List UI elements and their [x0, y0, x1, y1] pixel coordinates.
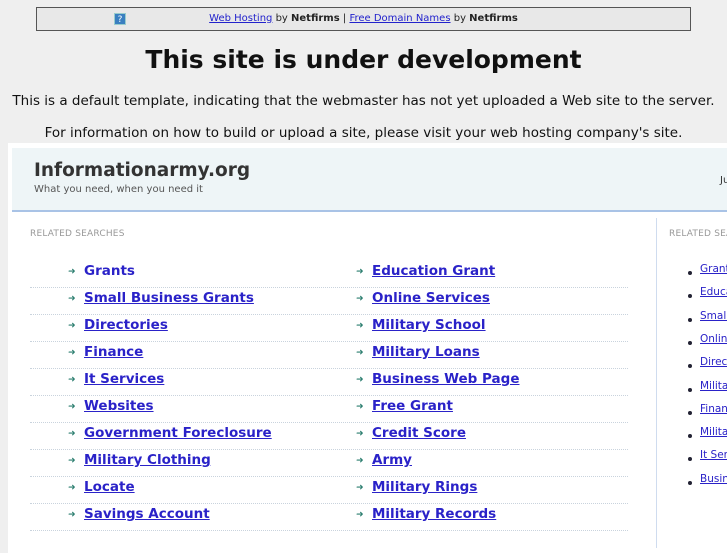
sidebar-link[interactable]: Directories: [700, 356, 727, 368]
search-link[interactable]: Military Clothing: [84, 452, 211, 468]
search-row: ➜ Directories ➜ Military School: [30, 315, 628, 342]
arrow-icon: ➜: [356, 402, 364, 412]
arrow-icon: ➜: [356, 456, 364, 466]
site-header: Informationarmy.org What you need, when …: [12, 148, 727, 212]
search-link[interactable]: Army: [372, 452, 412, 468]
search-link[interactable]: Grants: [84, 263, 135, 279]
search-link[interactable]: Military Loans: [372, 344, 480, 360]
separator: |: [342, 13, 347, 24]
arrow-icon: ➜: [356, 510, 364, 520]
bullet-icon: [688, 317, 692, 322]
netfirms-bar: ? Web Hosting by Netfirms | Free Domain …: [36, 7, 691, 31]
search-link[interactable]: Online Services: [372, 290, 490, 306]
free-domain-link[interactable]: Free Domain Names: [349, 13, 450, 24]
bullet-icon: [688, 340, 692, 345]
arrow-icon: ➜: [68, 348, 76, 358]
search-link[interactable]: Government Foreclosure: [84, 425, 272, 441]
related-searches-label: RELATED SEARCHES: [30, 229, 125, 239]
header-right-text: Ju: [720, 175, 727, 186]
bullet-icon: [688, 480, 692, 485]
search-link[interactable]: Military School: [372, 317, 486, 333]
arrow-icon: ➜: [68, 483, 76, 493]
sidebar-link[interactable]: Education Grant: [700, 286, 727, 298]
help-icon[interactable]: ?: [114, 13, 126, 25]
sidebar-label: RELATED SEA: [669, 229, 727, 239]
search-link[interactable]: Websites: [84, 398, 154, 414]
arrow-icon: ➜: [356, 294, 364, 304]
search-row: ➜ Military Clothing ➜ Army: [30, 450, 628, 477]
sidebar-link[interactable]: It Services: [700, 449, 727, 461]
arrow-icon: ➜: [356, 348, 364, 358]
page-title: This site is under development: [145, 45, 582, 74]
arrow-icon: ➜: [68, 294, 76, 304]
sidebar-link[interactable]: Business Web Page: [700, 473, 727, 485]
search-link[interactable]: Savings Account: [84, 506, 210, 522]
arrow-icon: ➜: [68, 456, 76, 466]
netfirms-brand: Netfirms: [469, 13, 518, 24]
search-link[interactable]: Finance: [84, 344, 143, 360]
arrow-icon: ➜: [356, 375, 364, 385]
by-text: by: [275, 13, 288, 24]
search-link[interactable]: It Services: [84, 371, 164, 387]
sidebar-link[interactable]: Small Business Grants: [700, 310, 727, 322]
search-link[interactable]: Education Grant: [372, 263, 495, 279]
info-text: For information on how to build or uploa…: [44, 125, 683, 141]
sidebar-link[interactable]: Military School: [700, 380, 727, 392]
search-row: ➜ Government Foreclosure ➜ Credit Score: [30, 423, 628, 450]
sidebar-link[interactable]: Military Loans: [700, 426, 727, 438]
sidebar-link[interactable]: Finance: [700, 403, 727, 415]
sidebar-link[interactable]: Online Services: [700, 333, 727, 345]
bullet-icon: [688, 387, 692, 392]
arrow-icon: ➜: [356, 267, 364, 277]
arrow-icon: ➜: [68, 375, 76, 385]
info-text: This is a default template, indicating t…: [12, 93, 715, 109]
search-row: ➜ Grants ➜ Education Grant: [30, 261, 628, 288]
site-title[interactable]: Informationarmy.org: [34, 160, 250, 181]
arrow-icon: ➜: [356, 429, 364, 439]
bullet-icon: [688, 271, 692, 275]
sidebar-link[interactable]: Grants: [700, 263, 727, 275]
search-row: ➜ Websites ➜ Free Grant: [30, 396, 628, 423]
search-link[interactable]: Small Business Grants: [84, 290, 254, 306]
search-link[interactable]: Credit Score: [372, 425, 466, 441]
search-link[interactable]: Business Web Page: [372, 371, 520, 387]
search-row: ➜ Locate ➜ Military Rings: [30, 477, 628, 504]
bullet-icon: [688, 410, 692, 415]
site-tagline: What you need, when you need it: [34, 184, 203, 195]
web-hosting-link[interactable]: Web Hosting: [209, 13, 272, 24]
column-divider: [656, 218, 657, 548]
search-row: ➜ Finance ➜ Military Loans: [30, 342, 628, 369]
arrow-icon: ➜: [356, 321, 364, 331]
arrow-icon: ➜: [68, 321, 76, 331]
arrow-icon: ➜: [68, 510, 76, 520]
arrow-icon: ➜: [68, 429, 76, 439]
arrow-icon: ➜: [68, 267, 76, 277]
arrow-icon: ➜: [68, 402, 76, 412]
search-row: ➜ It Services ➜ Business Web Page: [30, 369, 628, 396]
search-link[interactable]: Military Rings: [372, 479, 477, 495]
search-link[interactable]: Directories: [84, 317, 168, 333]
search-link[interactable]: Free Grant: [372, 398, 453, 414]
search-row: ➜ Small Business Grants ➜ Online Service…: [30, 288, 628, 315]
search-link[interactable]: Locate: [84, 479, 135, 495]
search-row: ➜ Savings Account ➜ Military Records: [30, 504, 628, 531]
by-text: by: [453, 13, 466, 24]
netfirms-brand: Netfirms: [291, 13, 340, 24]
arrow-icon: ➜: [356, 483, 364, 493]
search-link[interactable]: Military Records: [372, 506, 496, 522]
